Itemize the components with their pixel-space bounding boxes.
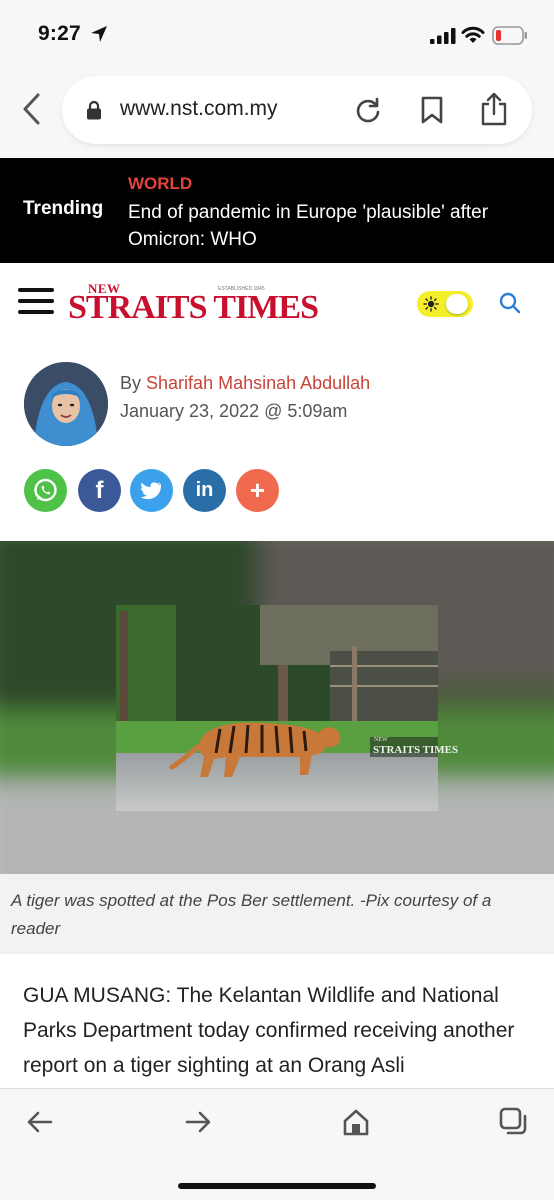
battery-low-icon xyxy=(492,26,527,45)
trending-headline[interactable]: End of pandemic in Europe 'plausible' af… xyxy=(128,199,528,253)
back-arrow-icon[interactable] xyxy=(25,1107,55,1137)
dark-mode-toggle[interactable] xyxy=(417,291,473,317)
linkedin-share-button[interactable]: in xyxy=(183,469,226,512)
article-paragraph: GUA MUSANG: The Kelantan Wildlife and Na… xyxy=(23,984,515,1077)
status-time: 9:27 xyxy=(38,22,81,45)
article-body: GUA MUSANG: The Kelantan Wildlife and Na… xyxy=(0,954,554,1088)
linkedin-icon: in xyxy=(195,479,214,501)
reload-icon[interactable] xyxy=(354,96,382,124)
facebook-icon: f xyxy=(95,477,104,504)
tabs-icon[interactable] xyxy=(499,1107,529,1137)
wifi-icon xyxy=(461,26,485,43)
whatsapp-share-button[interactable] xyxy=(24,469,67,512)
twitter-share-button[interactable] xyxy=(130,469,173,512)
trending-label: Trending xyxy=(23,198,104,219)
trending-banner[interactable]: Trending WORLD End of pandemic in Europe… xyxy=(0,158,554,263)
url-text: www.nst.com.my xyxy=(120,97,278,120)
forward-arrow-icon[interactable] xyxy=(183,1107,213,1137)
status-bar: 9:27 xyxy=(0,0,554,70)
lock-icon xyxy=(87,100,101,120)
site-header: NEW ESTABLISHED 1845 STRAITS TIMES xyxy=(0,263,554,341)
bookmark-icon[interactable] xyxy=(420,96,444,124)
location-arrow-icon xyxy=(91,26,107,42)
byline-prefix: By xyxy=(120,373,142,393)
trending-category[interactable]: WORLD xyxy=(128,174,192,194)
watermark-text: STRAITS TIMES xyxy=(373,744,458,756)
home-indicator xyxy=(178,1183,376,1189)
author-photo xyxy=(24,362,108,446)
image-caption: A tiger was spotted at the Pos Ber settl… xyxy=(11,891,492,938)
browser-toolbar xyxy=(0,1088,554,1200)
author-name-link[interactable]: Sharifah Mahsinah Abdullah xyxy=(146,373,370,393)
toggle-knob xyxy=(446,294,468,314)
address-bar[interactable]: www.nst.com.my xyxy=(62,76,532,144)
more-share-button[interactable]: + xyxy=(236,469,279,512)
browser-back-chevron-icon[interactable] xyxy=(20,92,44,126)
publish-date: January 23, 2022 @ 5:09am xyxy=(120,401,348,421)
cellular-signal-icon xyxy=(430,28,456,44)
author-section: By Sharifah Mahsinah Abdullah January 23… xyxy=(0,341,554,541)
author-avatar[interactable] xyxy=(24,362,108,446)
whatsapp-icon xyxy=(34,478,57,502)
byline: By Sharifah Mahsinah Abdullah xyxy=(120,373,370,394)
search-icon[interactable] xyxy=(499,292,521,314)
twitter-icon xyxy=(140,482,162,500)
home-icon[interactable] xyxy=(341,1107,371,1137)
inset-photo: NEW STRAITS TIMES xyxy=(116,605,458,811)
facebook-share-button[interactable]: f xyxy=(78,469,121,512)
browser-address-area: www.nst.com.my xyxy=(0,70,554,158)
nst-logo[interactable]: NEW ESTABLISHED 1845 STRAITS TIMES xyxy=(68,281,319,326)
caption-area: A tiger was spotted at the Pos Ber settl… xyxy=(0,874,554,954)
logo-wordmark: STRAITS TIMES xyxy=(68,289,319,326)
article-image[interactable]: NEW STRAITS TIMES xyxy=(0,541,554,874)
watermark-new: NEW xyxy=(374,737,388,743)
plus-icon: + xyxy=(249,475,266,505)
menu-icon[interactable] xyxy=(18,288,54,314)
sun-icon xyxy=(423,296,439,312)
tiger-photo: NEW STRAITS TIMES xyxy=(0,541,554,874)
share-icon[interactable] xyxy=(480,92,508,126)
